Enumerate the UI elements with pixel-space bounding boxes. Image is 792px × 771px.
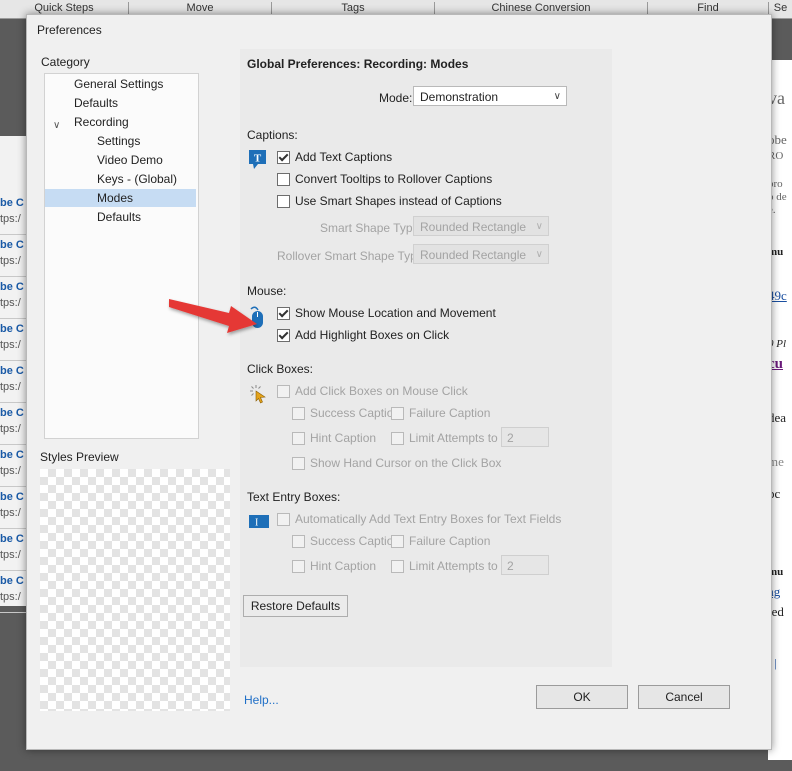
convert-tooltips-label: Convert Tooltips to Rollover Captions (295, 172, 493, 186)
list-item-sub: tps:/ (0, 423, 21, 435)
text-hint-caption-checkbox[interactable] (292, 560, 305, 573)
list-item-title: be C (0, 365, 24, 377)
list-item-title: be C (0, 407, 24, 419)
tree-item-recording[interactable]: Recording (74, 113, 129, 131)
rollover-smart-shape-type-select[interactable]: Rounded Rectangle ∨ (413, 244, 549, 264)
text-failure-caption-label: Failure Caption (409, 534, 491, 548)
auto-add-text-entry-label: Automatically Add Text Entry Boxes for T… (295, 512, 562, 526)
tree-item-video-demo[interactable]: Video Demo (97, 151, 163, 169)
svg-text:T: T (254, 153, 262, 165)
use-smart-shapes-checkbox[interactable] (277, 195, 290, 208)
tree-item-label: Modes (97, 191, 134, 205)
text-limit-attempts-input[interactable]: 2 (501, 555, 549, 575)
smart-shape-type-value: Rounded Rectangle (420, 220, 527, 234)
styles-preview-label: Styles Preview (40, 450, 119, 464)
category-tree: General Settings Defaults ∨ Recording Se… (44, 73, 199, 439)
list-item-title: be C (0, 323, 24, 335)
smart-shape-type-select[interactable]: Rounded Rectangle ∨ (413, 216, 549, 236)
text-limit-attempts-label: Limit Attempts to (409, 559, 498, 573)
rollover-smart-shape-type-label: Rollover Smart Shape Type (277, 249, 424, 263)
list-item-sub: tps:/ (0, 507, 21, 519)
chevron-down-icon: ∨ (553, 91, 561, 102)
add-highlight-checkbox[interactable] (277, 329, 290, 342)
tree-item-modes-selected[interactable]: Modes (45, 189, 196, 207)
list-item-sub: tps:/ (0, 465, 21, 477)
text-success-caption-checkbox[interactable] (292, 535, 305, 548)
text-success-caption-label: Success Caption (310, 534, 401, 548)
list-item-title: be C (0, 197, 24, 209)
red-arrow-annotation (167, 297, 263, 344)
mode-label: Mode: (379, 91, 413, 105)
preferences-dialog: Preferences Category General Settings De… (26, 14, 772, 750)
show-hand-cursor-checkbox[interactable] (292, 457, 305, 470)
help-link[interactable]: Help... (244, 693, 279, 707)
list-item-sub: tps:/ (0, 297, 21, 309)
smart-shape-type-label: Smart Shape Type (320, 221, 420, 235)
click-hint-caption-label: Hint Caption (310, 431, 377, 445)
click-limit-attempts-checkbox[interactable] (391, 432, 404, 445)
mode-select[interactable]: Demonstration ∨ (413, 86, 567, 106)
tree-item-settings[interactable]: Settings (97, 132, 140, 150)
ok-button[interactable]: OK (536, 685, 628, 709)
chevron-down-icon[interactable]: ∨ (53, 120, 60, 131)
auto-add-text-entry-checkbox[interactable] (277, 513, 290, 526)
click-hint-caption-checkbox[interactable] (292, 432, 305, 445)
tree-item-general-settings[interactable]: General Settings (74, 75, 163, 93)
text-limit-attempts-checkbox[interactable] (391, 560, 404, 573)
restore-defaults-button[interactable]: Restore Defaults (243, 595, 348, 617)
rollover-smart-shape-type-value: Rounded Rectangle (420, 248, 527, 262)
list-item-sub: tps:/ (0, 213, 21, 225)
add-highlight-label: Add Highlight Boxes on Click (295, 328, 450, 342)
list-item-title: be C (0, 533, 24, 545)
captions-label: Captions: (247, 128, 298, 142)
cancel-button[interactable]: Cancel (638, 685, 730, 709)
list-item-title: be C (0, 491, 24, 503)
use-smart-shapes-label: Use Smart Shapes instead of Captions (295, 194, 502, 208)
text-entry-icon: I (249, 515, 269, 532)
click-boxes-label: Click Boxes: (247, 362, 314, 376)
tree-item-keys-global[interactable]: Keys - (Global) (97, 170, 177, 188)
list-item-title: be C (0, 239, 24, 251)
svg-text:I: I (255, 518, 258, 529)
text-entry-boxes-label: Text Entry Boxes: (247, 490, 341, 504)
text-hint-caption-label: Hint Caption (310, 559, 377, 573)
ribbon-tab[interactable]: Se (769, 2, 792, 16)
text-caption-icon: T (249, 150, 267, 173)
text-failure-caption-checkbox[interactable] (391, 535, 404, 548)
list-item-title: be C (0, 281, 24, 293)
show-mouse-checkbox[interactable] (277, 307, 290, 320)
click-failure-caption-label: Failure Caption (409, 406, 491, 420)
list-item-sub: tps:/ (0, 549, 21, 561)
chevron-down-icon: ∨ (535, 221, 543, 232)
click-limit-attempts-input[interactable]: 2 (501, 427, 549, 447)
list-item-title: be C (0, 575, 24, 587)
tree-item-defaults-sub[interactable]: Defaults (97, 208, 141, 226)
list-item-sub: tps:/ (0, 381, 21, 393)
list-item-title: be C (0, 449, 24, 461)
list-item-sub: tps:/ (0, 255, 21, 267)
styles-preview-area (40, 469, 230, 711)
tree-item-defaults[interactable]: Defaults (74, 94, 118, 112)
show-hand-cursor-label: Show Hand Cursor on the Click Box (310, 456, 502, 470)
chevron-down-icon: ∨ (535, 249, 543, 260)
add-text-captions-label: Add Text Captions (295, 150, 393, 164)
click-success-caption-label: Success Caption (310, 406, 401, 420)
list-item-sub: tps:/ (0, 339, 21, 351)
page-heading: Global Preferences: Recording: Modes (247, 57, 469, 71)
convert-tooltips-checkbox[interactable] (277, 173, 290, 186)
click-success-caption-checkbox[interactable] (292, 407, 305, 420)
show-mouse-label: Show Mouse Location and Movement (295, 306, 496, 320)
list-item-sub: tps:/ (0, 591, 21, 603)
add-click-boxes-checkbox[interactable] (277, 385, 290, 398)
dialog-title: Preferences (37, 23, 102, 37)
click-failure-caption-checkbox[interactable] (391, 407, 404, 420)
category-label: Category (41, 55, 90, 69)
click-limit-attempts-label: Limit Attempts to (409, 431, 498, 445)
mouse-label: Mouse: (247, 284, 287, 298)
add-click-boxes-label: Add Click Boxes on Mouse Click (295, 384, 468, 398)
add-text-captions-checkbox[interactable] (277, 151, 290, 164)
click-box-icon (249, 384, 267, 407)
mode-select-value: Demonstration (420, 90, 499, 104)
